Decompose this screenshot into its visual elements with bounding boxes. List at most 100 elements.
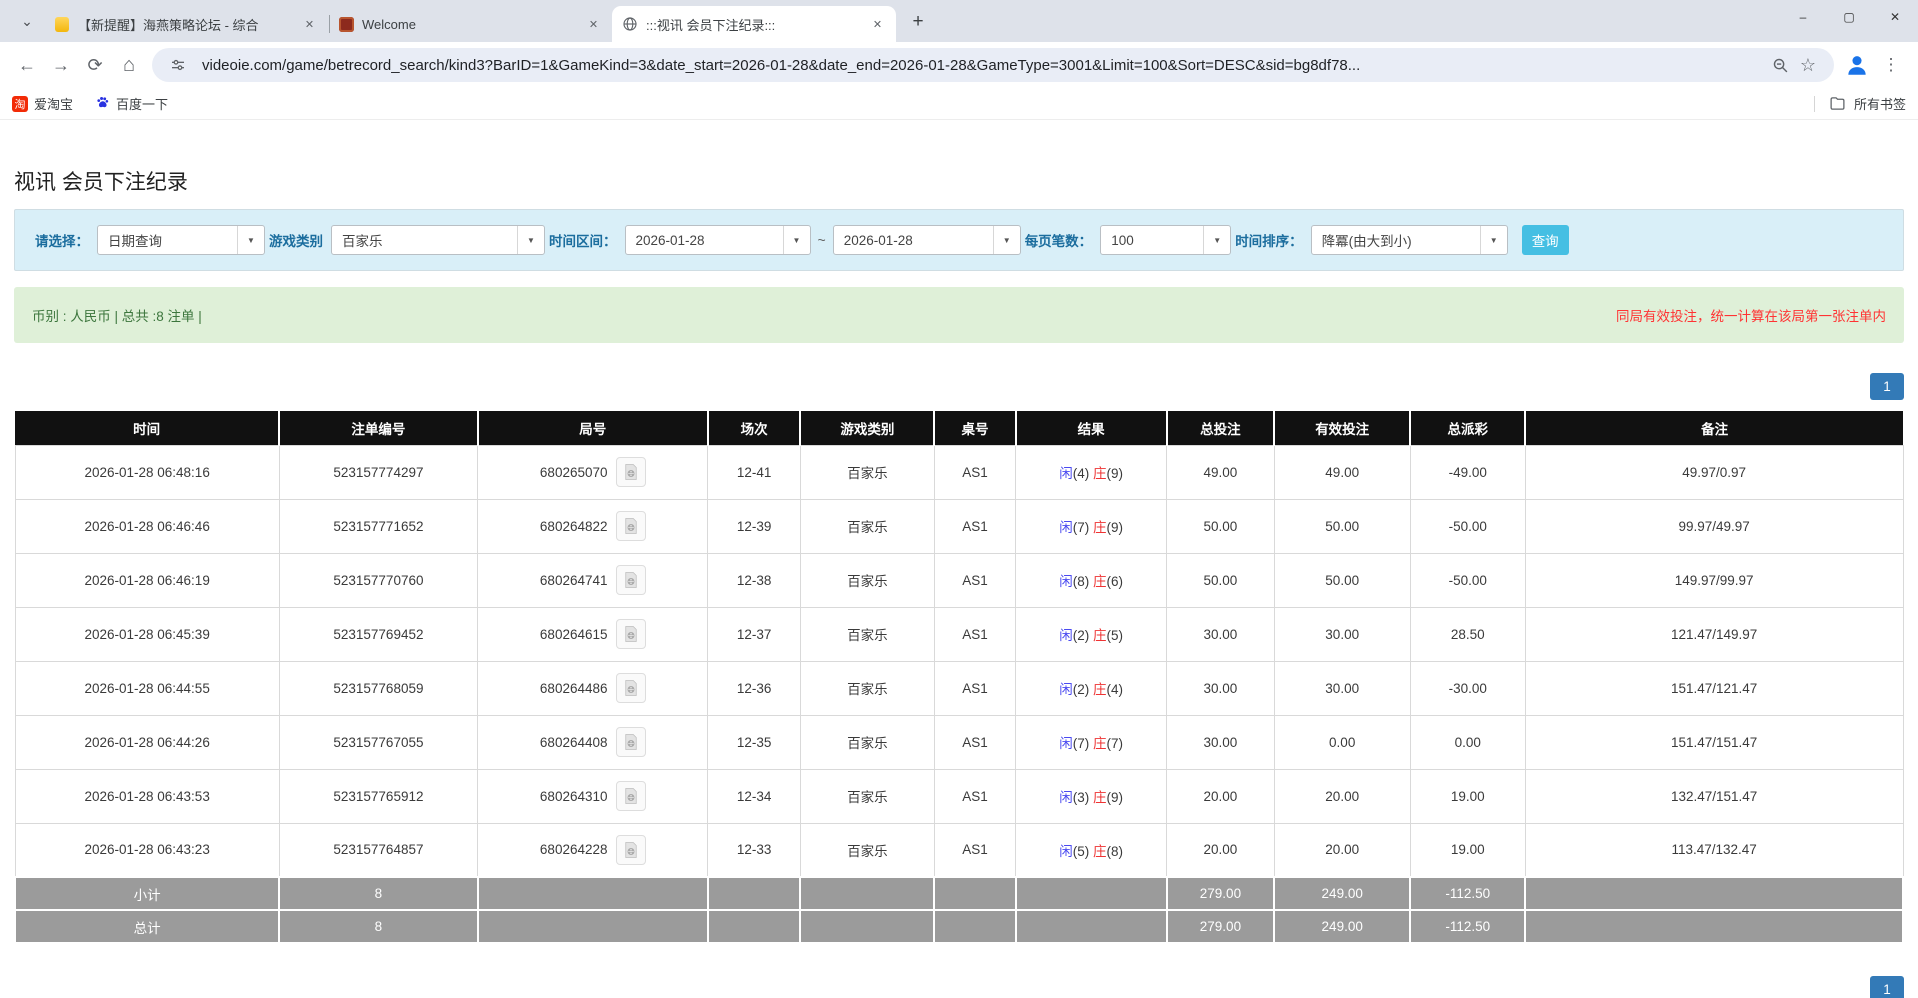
maximize-button[interactable]: ▢ — [1826, 0, 1872, 34]
game-type-select[interactable]: 百家乐 ▼ — [331, 225, 545, 255]
home-button[interactable]: ⌂ — [112, 48, 146, 82]
total-row-cell-3 — [476, 909, 709, 944]
tune-icon[interactable] — [164, 51, 192, 79]
cell-result: 闲(2) 庄(4) — [1015, 660, 1168, 716]
sort-value: 降冪(由大到小) — [1321, 234, 1412, 249]
subtotal-row: 小计 8 279.00 249.00 -112.50 — [13, 876, 1904, 911]
cell-result: 闲(3) 庄(9) — [1015, 768, 1168, 824]
cell-round-no: 680264310 — [477, 768, 709, 824]
bookmarks-container: 淘爱淘宝 百度一下 — [12, 94, 190, 113]
page-1-button-bottom[interactable]: 1 — [1870, 976, 1904, 998]
date-start-select[interactable]: 2026-01-28 ▼ — [624, 225, 811, 255]
player-points: (8) — [1072, 574, 1093, 589]
bookmark-star-icon[interactable]: ☆ — [1794, 51, 1822, 79]
globe-icon — [622, 16, 638, 32]
cell-game: 百家乐 — [799, 444, 935, 500]
tab-close-icon[interactable]: ✕ — [869, 16, 886, 33]
menu-kebab-icon[interactable]: ⋮ — [1874, 48, 1908, 82]
table-row: 2026-01-28 06:44:26 523157767055 680264408… — [14, 714, 1904, 770]
cell-bet-no: 523157765912 — [278, 768, 479, 824]
new-tab-button[interactable]: + — [904, 8, 932, 36]
banker-points: (7) — [1106, 736, 1123, 751]
date-end-value: 2026-01-28 — [843, 232, 913, 248]
chevron-down-icon: ▼ — [517, 226, 544, 254]
video-record-button[interactable] — [615, 834, 646, 865]
total-row-cell-11 — [1524, 909, 1904, 944]
cell-time: 2026-01-28 06:44:55 — [14, 660, 280, 716]
browser-tab-3[interactable]: :::视讯 会员下注纪录::: ✕ — [612, 6, 896, 42]
cell-bet-no: 523157771652 — [278, 498, 479, 554]
round-no-text: 680264486 — [539, 680, 608, 696]
video-record-button[interactable] — [615, 511, 646, 541]
close-button[interactable]: ✕ — [1872, 0, 1918, 34]
cell-payout: 0.00 — [1409, 714, 1526, 770]
tabs-container: 【新提醒】海燕策略论坛 - 综合 ✕ Welcome ✕:::视讯 会员下注纪录:::… — [44, 6, 896, 42]
banker-points: (9) — [1106, 790, 1123, 805]
profile-avatar[interactable] — [1840, 48, 1874, 82]
window-controls: – ▢ ✕ — [1780, 0, 1918, 34]
yellow-doc-icon — [54, 16, 70, 32]
browser-tab-2[interactable]: Welcome ✕ — [328, 6, 614, 42]
cell-bet-no: 523157767055 — [278, 714, 479, 770]
total-row-cell-9: 249.00 — [1273, 909, 1412, 944]
query-button[interactable]: 查询 — [1521, 225, 1569, 255]
date-end-select[interactable]: 2026-01-28 ▼ — [832, 225, 1021, 255]
round-no-text: 680264408 — [539, 734, 608, 750]
column-header-11: 备注 — [1524, 411, 1903, 445]
player-result: 闲 — [1059, 466, 1073, 481]
back-button[interactable]: ← — [10, 48, 44, 82]
cell-bet-no: 523157768059 — [278, 660, 479, 716]
cell-valid-bet: 50.00 — [1273, 552, 1411, 608]
sort-select[interactable]: 降冪(由大到小) ▼ — [1310, 225, 1508, 255]
cell-time: 2026-01-28 06:46:46 — [14, 498, 280, 554]
video-record-button[interactable] — [615, 781, 646, 811]
per-page-select[interactable]: 100 ▼ — [1100, 225, 1232, 255]
reload-button[interactable]: ⟳ — [78, 48, 112, 82]
subtotal-row-cell-8: 279.00 — [1165, 876, 1276, 911]
cell-total-bet: 30.00 — [1166, 606, 1275, 662]
cell-game: 百家乐 — [799, 660, 935, 716]
subtotal-row-cell-3 — [476, 876, 709, 911]
subtotal-row-cell-7 — [1014, 876, 1168, 911]
zoom-icon[interactable] — [1766, 51, 1794, 79]
chevron-down-icon: ▼ — [1203, 226, 1230, 254]
video-record-button[interactable] — [615, 619, 646, 649]
cell-game: 百家乐 — [799, 552, 935, 608]
browser-tab-1[interactable]: 【新提醒】海燕策略论坛 - 综合 ✕ — [44, 6, 330, 42]
cell-bet-no: 523157769452 — [278, 606, 479, 662]
round-no-text: 680265070 — [539, 464, 608, 480]
cell-valid-bet: 20.00 — [1273, 768, 1411, 824]
player-points: (7) — [1072, 736, 1093, 751]
cell-valid-bet: 30.00 — [1273, 606, 1411, 662]
query-type-value: 日期查询 — [108, 234, 162, 249]
page-1-button[interactable]: 1 — [1870, 373, 1904, 400]
tab-search-button[interactable]: ⌄ — [10, 2, 44, 40]
chevron-down-icon: ▼ — [992, 226, 1020, 254]
forward-button[interactable]: → — [44, 48, 78, 82]
cell-total-bet: 30.00 — [1166, 660, 1275, 716]
banker-result: 庄 — [1092, 790, 1107, 805]
query-type-select[interactable]: 日期查询 ▼ — [97, 225, 265, 255]
tab-close-icon[interactable]: ✕ — [301, 16, 318, 33]
url-text[interactable]: videoie.com/game/betrecord_search/kind3?… — [202, 57, 1766, 74]
player-points: (4) — [1072, 466, 1093, 481]
video-record-button[interactable] — [615, 727, 646, 757]
tab-close-icon[interactable]: ✕ — [585, 16, 602, 33]
bookmark-item-2[interactable]: 百度一下 — [95, 94, 168, 113]
all-bookmarks[interactable]: 所有书签 — [1813, 94, 1906, 113]
bookmark-item-1[interactable]: 淘爱淘宝 — [12, 94, 73, 113]
bookmark-label: 百度一下 — [116, 97, 169, 112]
total-row: 总计 8 279.00 249.00 -112.50 — [13, 909, 1904, 944]
video-record-button[interactable] — [615, 565, 646, 595]
total-row-cell-7 — [1014, 909, 1168, 944]
address-bar[interactable]: videoie.com/game/betrecord_search/kind3?… — [152, 48, 1834, 82]
video-record-button[interactable] — [615, 673, 646, 703]
video-record-button[interactable] — [615, 457, 646, 487]
player-result: 闲 — [1059, 520, 1073, 535]
browser-toolbar: ← → ⟳ ⌂ videoie.com/game/betrecord_searc… — [0, 42, 1918, 88]
minimize-button[interactable]: – — [1780, 0, 1826, 34]
table-row: 2026-01-28 06:43:23 523157764857 680264228… — [14, 822, 1904, 878]
cell-total-bet: 50.00 — [1166, 498, 1275, 554]
cell-time: 2026-01-28 06:48:16 — [14, 444, 280, 500]
banker-points: (9) — [1106, 520, 1123, 535]
